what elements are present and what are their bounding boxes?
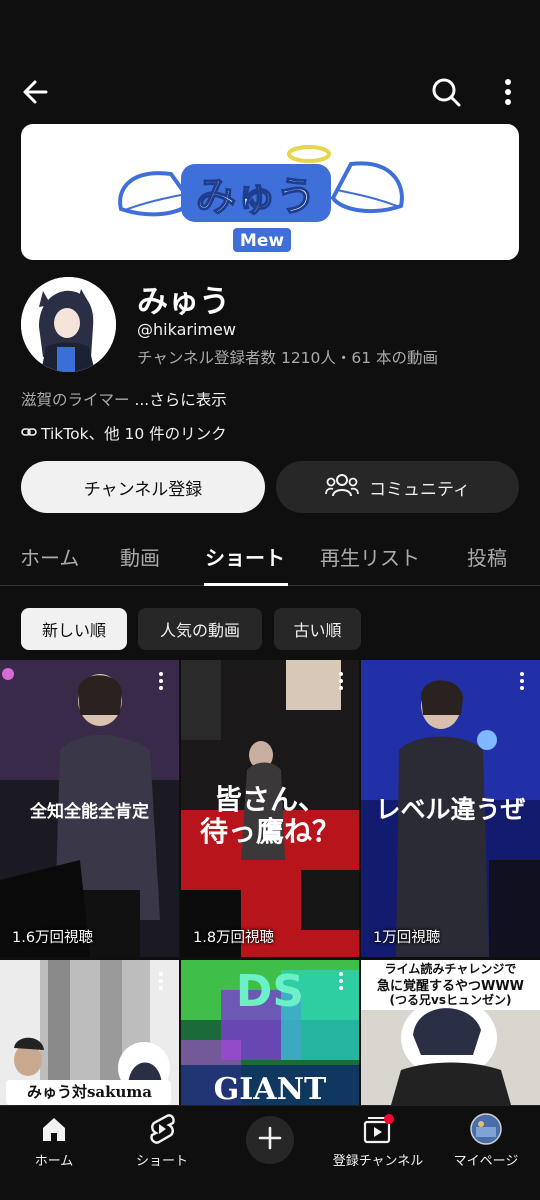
chip-newest[interactable]: 新しい順 <box>21 608 127 650</box>
shorts-grid: 全知全能全肯定 1.6万回視聴 皆さん、 待っ鷹ね？ 1.8万回視聴 レベル違う… <box>0 660 540 1105</box>
short-caption: みゅう対sakuma <box>26 1083 153 1101</box>
tab-home[interactable]: ホーム <box>20 542 79 571</box>
view-count: 1.6万回視聴 <box>12 930 94 946</box>
nav-home-label: ホーム <box>34 1154 74 1169</box>
nav-shorts-label: ショート <box>135 1154 188 1169</box>
search-icon[interactable] <box>426 72 466 112</box>
more-vert-icon[interactable] <box>333 970 349 992</box>
top-app-bar <box>0 60 540 124</box>
bottom-navigation: ホーム ショート 登録チャンネル マイページ <box>0 1105 540 1200</box>
banner-subtitle: Mew <box>240 231 284 251</box>
banner-title: みゅう <box>196 174 316 220</box>
subscribe-button[interactable]: チャンネル登録 <box>21 461 265 513</box>
short-caption: GIANT <box>213 1072 327 1105</box>
channel-links[interactable]: TikTok、他 10 件のリンク <box>21 422 227 444</box>
show-more-link[interactable]: ...さらに表示 <box>134 391 226 409</box>
nav-subscriptions-label: 登録チャンネル <box>332 1154 424 1169</box>
nav-mypage-label: マイページ <box>453 1154 519 1169</box>
nav-home[interactable]: ホーム <box>4 1112 104 1169</box>
more-vert-icon[interactable] <box>514 670 530 692</box>
short-caption: 全知全能全肯定 <box>30 802 149 822</box>
more-vert-icon[interactable] <box>153 670 169 692</box>
chip-popular[interactable]: 人気の動画 <box>138 608 262 650</box>
view-count: 1.8万回視聴 <box>193 930 275 946</box>
nav-subscriptions[interactable]: 登録チャンネル <box>328 1112 428 1169</box>
active-tab-indicator <box>204 583 288 586</box>
nav-mypage[interactable]: マイページ <box>436 1112 536 1169</box>
tab-shorts[interactable]: ショート <box>205 542 285 571</box>
more-vert-icon[interactable] <box>333 670 349 692</box>
short-card[interactable]: 全知全能全肯定 1.6万回視聴 <box>0 660 179 957</box>
short-caption: レベル違うぜ <box>375 795 526 824</box>
subscriptions-icon <box>328 1112 428 1146</box>
create-button[interactable] <box>246 1116 294 1164</box>
view-count: 1万回視聴 <box>373 930 441 946</box>
short-card[interactable]: ライム読みチャレンジで 急に覚醒するやつWWW (つる兄vsヒュンゼン) <box>361 960 540 1105</box>
shorts-icon <box>112 1112 212 1146</box>
link-icon <box>21 424 37 442</box>
links-text: TikTok、他 10 件のリンク <box>41 425 227 443</box>
community-label: コミュニティ <box>369 479 470 500</box>
back-arrow-icon[interactable] <box>16 72 56 112</box>
home-icon <box>4 1112 104 1146</box>
channel-avatar[interactable]: .. <box>21 277 116 372</box>
channel-stats: チャンネル登録者数 1210人・61 本の動画 <box>137 349 439 367</box>
channel-tabs: ホーム 動画 ショート 再生リスト 投稿 <box>0 530 540 586</box>
account-avatar-icon <box>436 1112 536 1146</box>
channel-banner: みゅう Mew <box>21 124 519 260</box>
short-card[interactable]: DS GIANT <box>181 960 359 1105</box>
channel-name: みゅう <box>137 284 230 320</box>
chip-oldest[interactable]: 古い順 <box>274 608 361 650</box>
short-card[interactable]: レベル違うぜ 1万回視聴 <box>361 660 540 957</box>
community-button[interactable]: コミュニティ <box>276 461 519 513</box>
create-icon <box>257 1125 283 1155</box>
more-vert-icon[interactable] <box>494 72 522 112</box>
channel-description[interactable]: 滋賀のライマー ...さらに表示 <box>21 388 227 410</box>
community-icon <box>325 472 359 503</box>
short-card[interactable]: 皆さん、 待っ鷹ね？ 1.8万回視聴 <box>181 660 359 957</box>
channel-handle: @hikarimew <box>137 320 236 339</box>
short-caption-line2: 待っ鷹ね？ <box>199 815 340 848</box>
tab-playlists[interactable]: 再生リスト <box>320 542 420 571</box>
svg-text:..: .. <box>91 310 95 317</box>
description-text: 滋賀のライマー <box>21 391 135 409</box>
short-caption-line3: (つる兄vsヒュンゼン) <box>389 993 512 1007</box>
nav-shorts[interactable]: ショート <box>112 1112 212 1169</box>
tab-posts[interactable]: 投稿 <box>467 542 507 571</box>
more-vert-icon[interactable] <box>153 970 169 992</box>
tab-videos[interactable]: 動画 <box>120 542 160 571</box>
short-card[interactable]: みゅう対sakuma <box>0 960 179 1105</box>
